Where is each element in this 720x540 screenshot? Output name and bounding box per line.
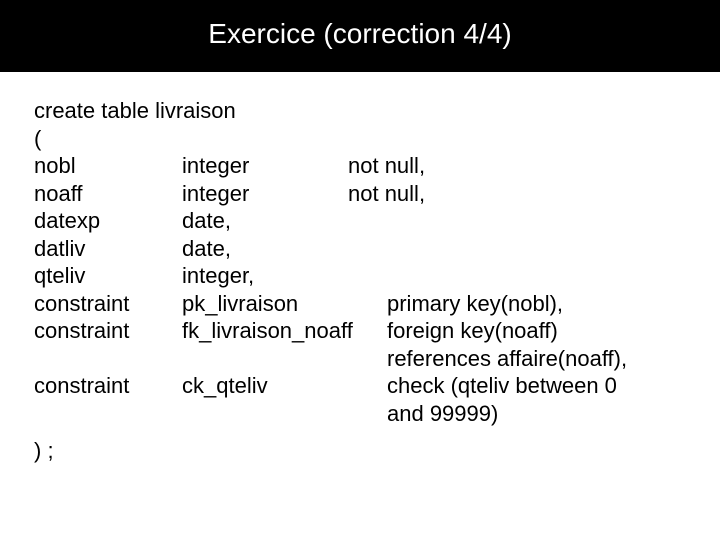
line-constraint-pk: constraint pk_livraison primary key(nobl…: [34, 290, 686, 318]
line-datliv: datliv date,: [34, 235, 686, 263]
col-constraint-def: foreign key(noaff): [387, 317, 686, 345]
line-nobl: nobl integer not null,: [34, 152, 686, 180]
col-type: integer: [182, 152, 348, 180]
col-blank: [34, 400, 182, 428]
line-close-paren: ) ;: [34, 437, 686, 465]
col-constraint-name: pk_livraison: [182, 290, 387, 318]
line-constraint-ck: constraint ck_qteliv check (qteliv betwe…: [34, 372, 686, 400]
col-type: date,: [182, 235, 387, 263]
col-blank: [182, 345, 387, 373]
col-name: datliv: [34, 235, 182, 263]
col-name: noaff: [34, 180, 182, 208]
col-blank: [182, 400, 387, 428]
col-constraint-def: primary key(nobl),: [387, 290, 686, 318]
line-constraint-ck-cont: and 99999): [34, 400, 686, 428]
col-constraint-def: check (qteliv between 0: [387, 372, 686, 400]
sql-block: create table livraison ( nobl integer no…: [0, 72, 720, 490]
col-name: constraint: [34, 290, 182, 318]
col-constraint-def: references affaire(noaff),: [387, 345, 686, 373]
line-datexp: datexp date,: [34, 207, 686, 235]
col-blank: [34, 345, 182, 373]
slide-title: Exercice (correction 4/4): [0, 0, 720, 72]
line-constraint-fk-ref: references affaire(noaff),: [34, 345, 686, 373]
col-name: qteliv: [34, 262, 182, 290]
line-create: create table livraison: [34, 97, 686, 125]
col-name: constraint: [34, 317, 182, 345]
col-type: integer: [182, 180, 348, 208]
col-constraint-name: ck_qteliv: [182, 372, 387, 400]
col-type: date,: [182, 207, 387, 235]
col-name: datexp: [34, 207, 182, 235]
col-type: integer,: [182, 262, 387, 290]
line-constraint-fk: constraint fk_livraison_noaff foreign ke…: [34, 317, 686, 345]
line-qteliv: qteliv integer,: [34, 262, 686, 290]
col-name: nobl: [34, 152, 182, 180]
col-name: constraint: [34, 372, 182, 400]
line-noaff: noaff integer not null,: [34, 180, 686, 208]
col-constraint-def: and 99999): [387, 400, 686, 428]
col-constraint-name: fk_livraison_noaff: [182, 317, 387, 345]
col-notnull: not null,: [348, 180, 425, 208]
line-open-paren: (: [34, 125, 686, 153]
col-notnull: not null,: [348, 152, 425, 180]
